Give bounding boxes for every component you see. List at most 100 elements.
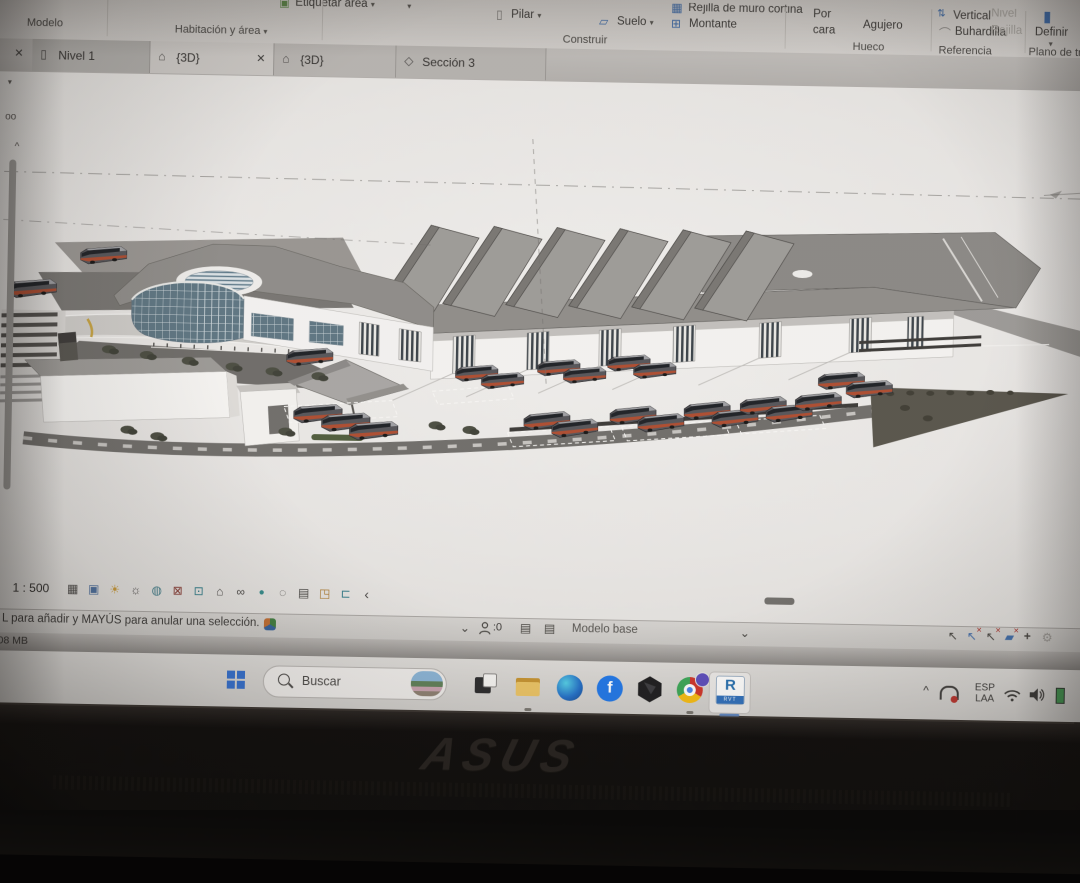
select-by-face-icon[interactable]: ▰✕: [1005, 630, 1014, 644]
taskbar-search[interactable]: Buscar: [263, 665, 448, 700]
home-icon: ⌂: [158, 49, 166, 63]
panel-label-build: Construir: [563, 34, 608, 47]
search-icon: [278, 673, 290, 685]
sun-path-icon[interactable]: ☀: [107, 582, 122, 596]
set-workplane-button[interactable]: Definir: [1035, 26, 1068, 39]
workplane-icon: ▮: [1043, 7, 1052, 25]
select-pinned-icon[interactable]: ↖✕: [986, 629, 996, 643]
worksets-count: :0: [493, 621, 502, 633]
displacement-sets-icon[interactable]: ◳: [317, 586, 332, 600]
selection-filter-icon[interactable]: ⚙: [1042, 630, 1053, 644]
pillar-button[interactable]: Pilar ▾: [511, 9, 541, 22]
floor-button[interactable]: Suelo ▾: [617, 16, 654, 29]
facebook-icon[interactable]: f: [597, 675, 623, 701]
drag-elements-icon[interactable]: +: [1024, 629, 1031, 643]
tab-seccion-3[interactable]: ◇ Sección 3: [396, 46, 547, 81]
panel-separator: [931, 9, 933, 51]
3d-model-bus-terminal: [0, 71, 1080, 628]
vertical-opening-icon: ⇅: [937, 8, 946, 19]
crop-view-icon[interactable]: ⊠: [170, 583, 185, 597]
editable-only-icon[interactable]: ▤: [520, 621, 532, 635]
temporary-hide-isolate-icon[interactable]: ∞: [233, 585, 248, 599]
landscaped-wedge: [869, 387, 1068, 451]
tab-nivel-1[interactable]: ▯ Nivel 1: [32, 39, 151, 73]
tag-area-button[interactable]: Etiquetar área ▾: [295, 0, 375, 10]
tray-expand-icon[interactable]: ^: [923, 683, 929, 697]
edge-browser-icon[interactable]: [557, 675, 583, 701]
shadows-icon[interactable]: ☼: [128, 583, 143, 597]
document-icon: ▯: [40, 47, 47, 61]
panel-label-room-area[interactable]: Habitación y área ▾: [175, 23, 268, 37]
dropdown-caret[interactable]: ▾: [407, 2, 411, 11]
chrome-icon[interactable]: [677, 677, 703, 703]
pillar-icon: ▯: [496, 7, 503, 21]
selection-prompt: L para añadir y MAYÚS para anular una se…: [2, 612, 260, 629]
curtain-grid-icon: ▦: [671, 1, 683, 15]
running-indicator: [524, 708, 531, 711]
horizontal-scrollbar-thumb[interactable]: [764, 597, 794, 605]
shaft-button[interactable]: Agujero: [863, 19, 903, 32]
visual-style-icon[interactable]: ▣: [86, 582, 101, 596]
tab-3d[interactable]: ⌂ {3D}: [274, 43, 397, 77]
reveal-hidden-icon[interactable]: ●: [254, 587, 269, 598]
section-marker-icon: ◇: [404, 54, 413, 68]
scale-control[interactable]: 1 : 500: [12, 581, 49, 596]
headset-icon[interactable]: [940, 686, 959, 700]
dormer-icon: ⌒: [939, 24, 951, 41]
view-lock-icon[interactable]: ⌂: [212, 584, 227, 598]
close-tab-icon[interactable]: ✕: [256, 52, 265, 65]
revit-app-active[interactable]: R RVT: [708, 671, 751, 714]
battery-icon[interactable]: [1056, 688, 1065, 704]
photographed-laptop: habitación ▾ ▣ Etiquetar área ▾ ▾ ▯ Pila…: [0, 0, 1080, 875]
reveal-constraints-icon[interactable]: ⊏: [338, 587, 353, 601]
analytical-model-icon[interactable]: ▤: [296, 586, 311, 600]
panel-separator: [322, 0, 324, 40]
panel-label-model: Modelo: [27, 17, 63, 30]
laptop-chassis: ASUS: [0, 702, 1074, 882]
language-indicator[interactable]: ESPLAA: [975, 682, 995, 704]
select-links-icon[interactable]: ↖: [948, 629, 958, 643]
mullion-icon: ⊞: [671, 17, 681, 31]
editing-requests-icon[interactable]: [264, 618, 276, 630]
floor-icon: ▱: [599, 14, 608, 28]
show-crop-region-icon[interactable]: ⊡: [191, 584, 206, 598]
detail-level-icon[interactable]: ▦: [65, 582, 80, 596]
by-face-button-line2[interactable]: cara: [813, 24, 836, 36]
by-face-button[interactable]: Por: [813, 8, 831, 20]
system-tray: ^ ESPLAA: [1066, 670, 1067, 722]
grid-button-disabled: Rejilla: [991, 24, 1023, 37]
wifi-icon[interactable]: [1004, 689, 1021, 702]
search-daily-image[interactable]: [411, 671, 443, 697]
asus-logo: ASUS: [416, 726, 586, 783]
left-margin-label: oo: [5, 111, 16, 122]
rendering-icon[interactable]: ◍: [149, 583, 164, 597]
hexagon-app-icon[interactable]: [637, 676, 663, 702]
design-options-icon[interactable]: ▤: [544, 621, 556, 635]
panel-separator: [1025, 11, 1027, 53]
search-placeholder: Buscar: [302, 674, 341, 689]
mullion-button[interactable]: Montante: [689, 18, 737, 31]
curved-glass-facade: [131, 281, 244, 344]
temporary-view-properties-icon[interactable]: ◌: [275, 585, 290, 599]
select-underlay-icon[interactable]: ↖✕: [967, 629, 977, 643]
scrollbar-up-arrow[interactable]: ^: [15, 142, 20, 153]
revit-icon: R RVT: [716, 676, 746, 706]
windows-start-icon[interactable]: [227, 671, 245, 689]
left-margin-caret[interactable]: ▾: [8, 77, 12, 86]
close-view-icon[interactable]: ✕: [14, 47, 23, 60]
design-option-value[interactable]: Modelo base: [572, 623, 638, 636]
status-chevron-icon[interactable]: ⌄: [460, 621, 470, 635]
design-option-caret-icon[interactable]: ⌄: [740, 626, 750, 640]
tag-area-icon: ▣: [279, 0, 290, 10]
worksets-icon[interactable]: [478, 621, 492, 635]
tab-3d-active[interactable]: ⌂ {3D} ✕: [150, 41, 275, 75]
speaker-icon[interactable]: [1029, 687, 1045, 702]
panel-label-opening: Hueco: [852, 41, 884, 54]
file-explorer-icon[interactable]: [515, 674, 541, 700]
task-view-icon[interactable]: [473, 673, 499, 699]
drawing-area[interactable]: ▾ oo ^ 1 : 500 ▦ ▣ ☀ ☼ ◍ ⊠ ⊡ ⌂ ∞ ● ◌ ▤ ◳…: [0, 71, 1080, 628]
viewbar-collapse-icon[interactable]: ‹: [359, 586, 374, 602]
home-icon: ⌂: [282, 51, 290, 65]
vertical-opening-button[interactable]: Vertical: [953, 10, 991, 23]
memory-indicator: 08 MB: [0, 634, 28, 647]
